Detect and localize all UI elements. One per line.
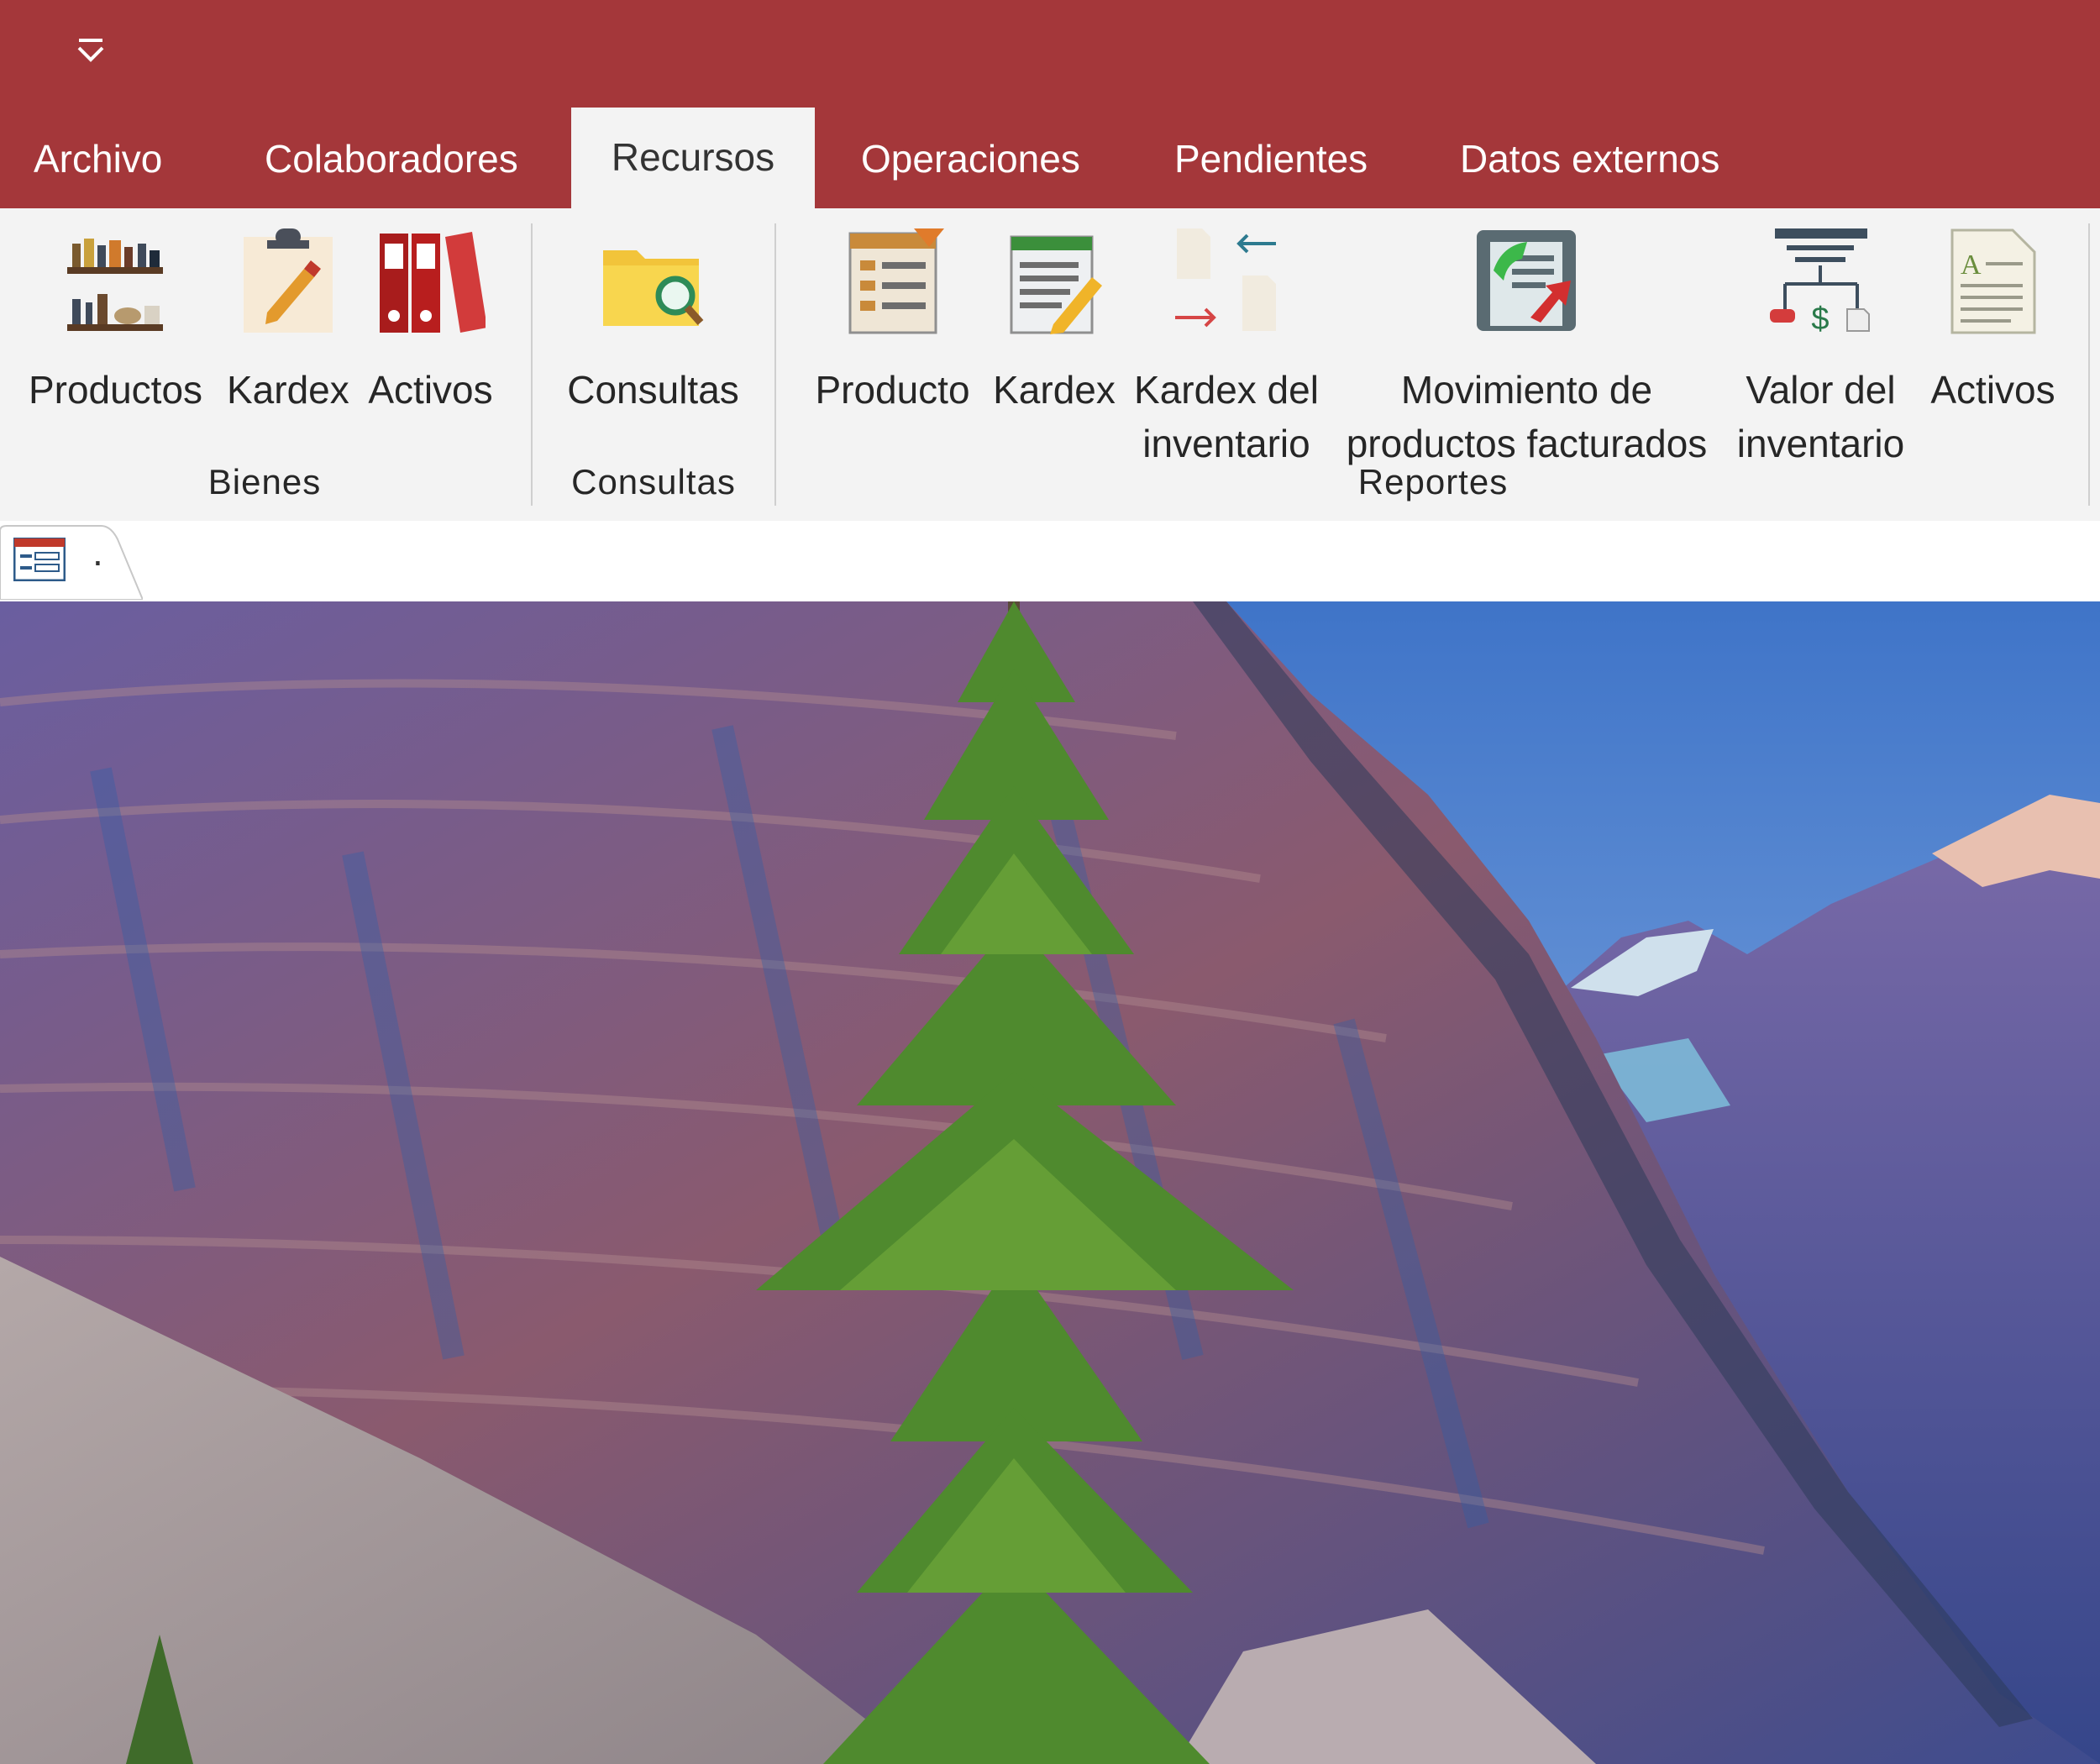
text-document-icon: A (1950, 228, 2036, 334)
reporte-activos-label: Activos (1930, 368, 2055, 412)
group-label-consultas: Consultas (571, 462, 736, 501)
document-exchange-icon (1175, 228, 1276, 331)
reporte-producto-label: Producto (815, 368, 970, 412)
kardex-label: Kardex (227, 368, 349, 412)
tab-colaboradores[interactable]: Colaboradores (265, 109, 518, 208)
binders-icon (380, 232, 486, 333)
consultas-label: Consultas (567, 368, 739, 412)
tab-archivo[interactable]: Archivo (34, 109, 162, 208)
productos-label: Productos (28, 368, 203, 412)
svg-text:$: $ (1811, 302, 1829, 334)
group-separator (774, 223, 776, 506)
customize-quick-access-chevron-icon[interactable] (67, 27, 114, 74)
group-label-reportes: Reportes (1357, 462, 1509, 501)
tab-operaciones[interactable]: Operaciones (861, 109, 1080, 208)
clipboard-pencil-icon (244, 228, 333, 333)
ribbon: Productos Kardex Activos Bienes Consulta… (0, 208, 2100, 522)
activos-label: Activos (368, 368, 493, 412)
svg-text:A: A (1961, 249, 1982, 281)
valor-inventario-label: Valor del inventario (1726, 363, 1915, 470)
movimiento-productos-label: Movimiento de productos facturados (1336, 363, 1718, 470)
document-tab[interactable]: . (0, 522, 143, 600)
tab-pendientes[interactable]: Pendientes (1174, 109, 1368, 208)
chart-document-icon (1477, 230, 1576, 331)
reporte-kardex-label: Kardex (993, 368, 1116, 412)
tab-recursos[interactable]: Recursos (571, 108, 815, 208)
report-list-icon (848, 228, 944, 334)
group-separator (531, 223, 533, 506)
label-line-1: Valor del (1746, 368, 1896, 412)
form-background-image (0, 601, 2100, 1764)
group-label-bienes: Bienes (207, 462, 322, 501)
document-tab-label: . (92, 530, 103, 574)
title-bar: Archivo Colaboradores Recursos Operacion… (0, 0, 2100, 208)
tab-datos-externos[interactable]: Datos externos (1460, 109, 1719, 208)
label-line-1: Kardex del (1134, 368, 1319, 412)
document-tab-strip: . (0, 521, 2100, 603)
diagram-dollar-icon: $ (1770, 228, 1870, 334)
form-icon (13, 538, 66, 581)
shelves-icon (67, 239, 163, 331)
document-pencil-icon (1010, 235, 1102, 334)
label-line-1: Movimiento de (1400, 368, 1653, 412)
folder-search-icon (603, 250, 704, 326)
group-separator (2088, 223, 2090, 506)
kardex-inventario-label: Kardex del inventario (1130, 363, 1323, 470)
